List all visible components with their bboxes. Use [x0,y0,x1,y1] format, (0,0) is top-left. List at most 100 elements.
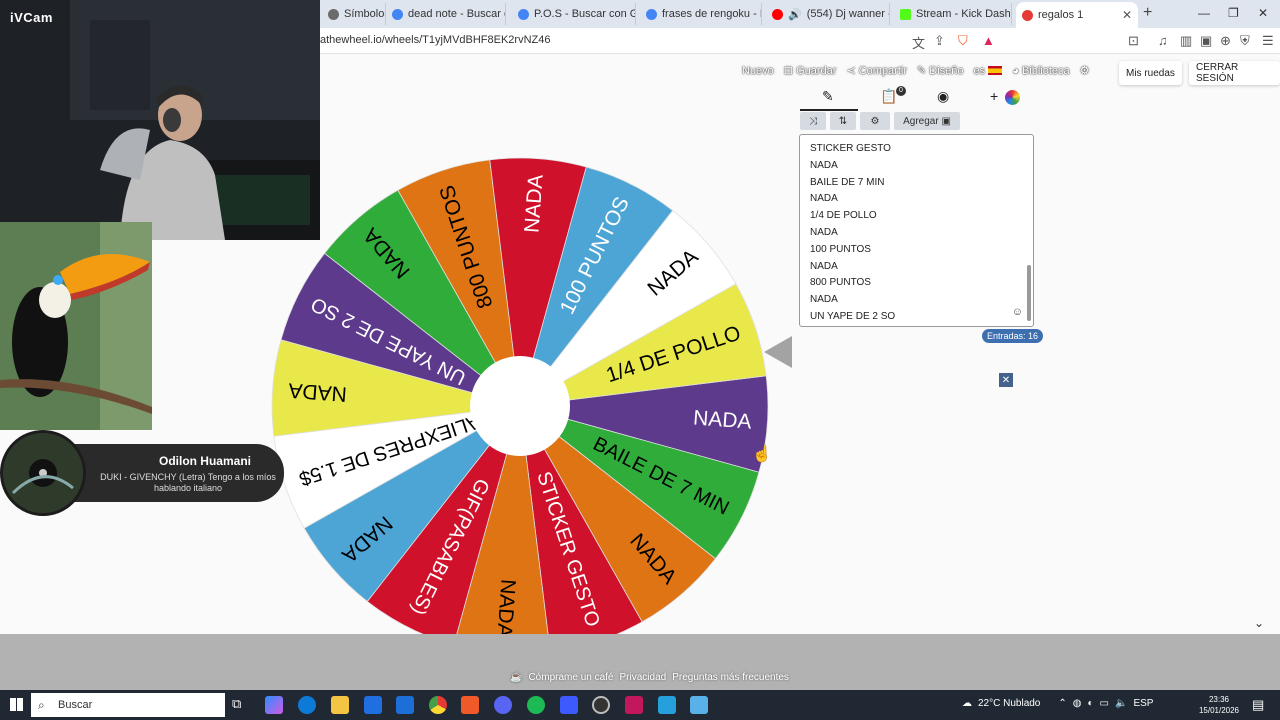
restore-icon[interactable]: ❐ [1228,6,1239,20]
coffee-icon: ☕ [510,672,523,683]
mis-ruedas-button[interactable]: Mis ruedas [1119,61,1182,85]
webcam-overlay: iVCam [0,0,320,240]
chrome-icon[interactable] [429,696,447,714]
notepad-icon[interactable] [690,696,708,714]
language-selector[interactable]: es [974,65,1003,77]
cerrar-sesion-button[interactable]: CERRAR SESIÓN [1189,61,1280,85]
guardar-label: Guardar [796,65,837,77]
clock[interactable]: 23:36 15/01/2026 [1198,694,1240,716]
sort-button[interactable]: ⇅ [830,112,856,130]
biblioteca-link[interactable]: ◕ Biblioteca [1012,65,1069,77]
share-icon[interactable]: ⇪ [934,33,945,49]
tab-regalos[interactable]: regalos 1 ✕ [1016,2,1138,28]
close-tab-icon[interactable]: ✕ [1122,8,1132,22]
file-explorer-icon[interactable] [331,696,349,714]
network-icon[interactable]: ▭ [1100,698,1109,709]
chevron-down-icon[interactable]: ⌄ [1254,616,1264,630]
music-icon[interactable]: ♫ [1158,33,1168,48]
url-field[interactable]: athewheel.io/wheels/T1yjMVdBHF8EK2rvNZ46 [320,34,551,46]
guardar-link[interactable]: ⊡ Guardar [784,64,837,77]
diseno-label: Diseño [929,65,964,77]
webcam-feed [0,0,320,240]
vpn-icon[interactable]: ⊕ [1220,33,1231,49]
taskbar-search[interactable]: ⌕ Buscar [31,693,225,717]
obs-icon[interactable] [592,696,610,714]
new-tab-button[interactable]: + [1143,4,1152,22]
privacy-link[interactable]: Privacidad [620,672,667,683]
faq-link[interactable]: Preguntas más frecuentes [672,672,789,683]
notifications-icon[interactable]: ▤ [1252,697,1264,713]
entry-tools: ⤨ ⇅ ⚙ Agregar ▣ [800,112,960,130]
top-navigation: Nuevo ⊡ Guardar ≺ Compartir ✎ Diseño es … [742,64,1090,78]
tab-title: frases de rengoku - Busca [662,8,761,20]
shield-icon[interactable]: ⛨ [1240,33,1250,49]
mouse-pointer-icon: ☝ [752,446,772,463]
google-icon [518,8,529,20]
active-tab-underline [800,109,858,111]
tab-title: Stream - Kick Dashbo [916,8,1011,20]
volume-icon[interactable]: 🔈 [1115,698,1127,709]
weather-text[interactable]: 22°C Nublado [978,698,1040,709]
tab-simbolos[interactable]: Símbolos em… [322,3,386,25]
windows-taskbar: ⌕ Buscar ⧉ ☁ 22°C Nublado ⌃ ◍ ◐ ▭ 🔈 ESP … [0,690,1280,720]
settings-button[interactable]: ⚙ [860,112,890,130]
gear-icon: ⚙ [870,115,880,127]
menu-icon[interactable]: ☰ [1262,33,1274,49]
buy-coffee-link[interactable]: Cómprame un café [528,672,613,683]
copilot-icon[interactable] [265,696,283,714]
spotify-icon[interactable] [527,696,545,714]
wheel-center[interactable] [470,356,570,456]
tab-kick[interactable]: Stream - Kick Dashbo [894,3,1012,25]
hide-eye-icon[interactable]: ◉ [937,88,949,105]
tray-icon[interactable]: ◍ [1073,698,1082,709]
cloud-icon: ☁ [962,698,972,709]
wallet-icon[interactable]: ▣ [1200,33,1212,49]
entry-line: BAILE DE 7 MIN [810,176,885,188]
add-wheel-icon[interactable]: + [990,88,998,104]
windows-start-icon[interactable] [10,698,23,711]
app-icon[interactable] [560,696,578,714]
settings-icon[interactable]: ⚙ [1080,64,1090,77]
mail-icon[interactable] [396,696,414,714]
sidebar-icon[interactable]: ▥ [1180,33,1192,49]
minimize-icon[interactable]: — [1198,6,1210,20]
tab-pos[interactable]: P.O.S - Buscar con Google [512,3,636,25]
brave-icon[interactable] [461,696,479,714]
color-wheel-icon[interactable] [1005,90,1020,105]
translate-icon[interactable]: 文 [912,33,925,52]
app-icon[interactable] [658,696,676,714]
tab-rengoku[interactable]: frases de rengoku - Busca [640,3,762,25]
agregar-button[interactable]: Agregar ▣ [894,112,960,130]
entries-scrollbar[interactable] [1027,265,1031,321]
system-tray: ☁ 22°C Nublado ⌃ ◍ ◐ ▭ 🔈 ESP [962,698,1153,709]
results-clipboard-icon[interactable]: 📋 [880,88,897,105]
nuevo-link[interactable]: Nuevo [742,65,774,77]
chevron-up-icon[interactable]: ⌃ [1058,698,1066,709]
spin-wheel[interactable]: NADABAILE DE 7 MINNADASTICKER GESTONADAG… [270,156,770,656]
emoji-icon[interactable]: ☺ [1012,306,1023,318]
tab-youtube[interactable]: 🔊 (554) Dj wanner - kulip [766,3,890,25]
entries-textarea[interactable]: STICKER GESTO NADA BAILE DE 7 MIN NADA 1… [799,134,1034,327]
language-indicator[interactable]: ESP [1133,698,1153,709]
tab-dead-note[interactable]: dead note - Buscar con Go [386,3,506,25]
google-icon [392,8,403,20]
diseno-link[interactable]: ✎ Diseño [917,64,964,77]
edit-pencil-icon[interactable]: ✎ [822,88,834,105]
edge-icon[interactable] [298,696,316,714]
app-icon[interactable] [625,696,643,714]
brave-rewards-icon[interactable]: ▲ [982,33,995,48]
entry-line: NADA [810,260,838,272]
close-icon[interactable]: ✕ [999,373,1013,387]
brave-shield-icon[interactable]: ⛉ [958,33,968,49]
compartir-link[interactable]: ≺ Compartir [846,64,907,77]
spain-flag-icon [988,66,1003,76]
screenshot-icon[interactable]: ⊡ [1128,33,1139,49]
compartir-label: Compartir [858,65,908,77]
tray-icon[interactable]: ◐ [1088,698,1094,709]
tab-favicon [328,8,339,20]
store-icon[interactable] [364,696,382,714]
discord-icon[interactable] [494,696,512,714]
shuffle-button[interactable]: ⤨ [800,112,826,130]
close-window-icon[interactable]: ✕ [1258,6,1268,20]
task-view-icon[interactable]: ⧉ [232,696,250,714]
